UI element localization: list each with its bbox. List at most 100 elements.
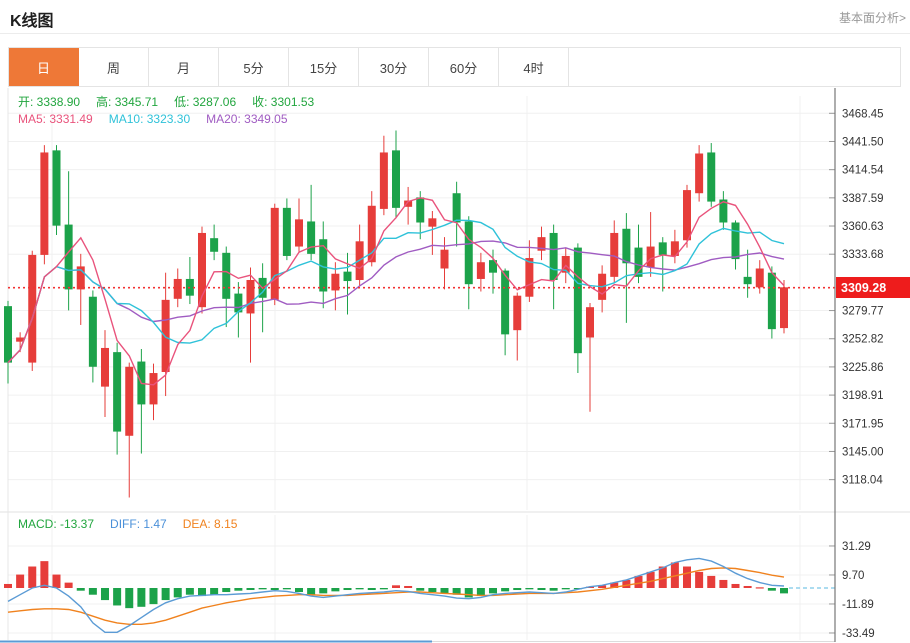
macd-bar [744,586,752,588]
macd-item-1: DIFF: 1.47 [110,517,167,531]
macd-bar [647,572,655,588]
candle [101,348,109,387]
price-axis-tick: 3468.45 [842,108,884,120]
candle [513,296,521,331]
kline-page: { "header": { "title": "K线图", "link": "基… [0,0,910,643]
candle [40,152,48,254]
macd-bar [150,588,158,604]
macd-bar [768,588,776,591]
price-axis-tick: 3198.91 [842,390,884,402]
macd-bar [368,588,376,590]
candle [271,208,279,300]
macd-bar [404,586,412,588]
candle [210,238,218,252]
price-axis-tick: 3414.54 [842,165,884,177]
macd-bar [550,588,558,591]
ohlc-item-3: 收: 3301.53 [252,95,314,109]
candle [65,225,73,290]
candle [295,219,303,246]
candle [659,242,667,255]
macd-legend-row: MACD: -13.37 DIFF: 1.47 DEA: 8.15 [18,517,253,531]
ma-item-0: MA5: 3331.49 [18,112,93,126]
candle [477,262,485,279]
candle [125,367,133,436]
macd-bar [295,588,303,592]
candle [622,229,630,263]
macd-bar [513,588,521,590]
macd-bar [210,588,218,595]
candle [416,197,424,222]
macd-bar [4,584,12,588]
macd-bar [344,588,352,590]
candle [307,221,315,253]
macd-bar [234,588,242,591]
ohlc-item-0: 开: 3338.90 [18,95,80,109]
candle [4,306,12,362]
macd-item-2: DEA: 8.15 [183,517,238,531]
macd-bar [635,576,643,588]
candle [744,277,752,284]
candle [53,150,61,225]
macd-bar [89,588,97,595]
candle [768,273,776,329]
price-axis-tick: 3145.00 [842,446,884,458]
macd-bar [174,588,182,597]
candle [453,193,461,222]
macd-bar [331,588,339,591]
candle [392,150,400,208]
macd-item-0: MACD: -13.37 [18,517,94,531]
macd-bar [222,588,230,592]
candle [586,307,594,337]
macd-bar [162,588,170,600]
macd-bar [65,583,73,588]
candle [89,297,97,367]
current-price-tag: 3309.28 [836,277,910,298]
macd-bar [732,584,740,588]
macd-bar [307,588,315,595]
macd-bar [16,575,24,588]
macd-bar [283,588,291,589]
macd-axis-tick: 31.29 [842,541,871,553]
macd-bar [247,588,255,590]
candle [283,208,291,256]
macd-bar [380,588,388,589]
price-axis-tick: 3225.86 [842,362,884,374]
price-axis-tick: 3171.95 [842,418,884,430]
macd-axis-tick: -11.89 [842,599,874,611]
price-axis-tick: 3118.04 [842,475,883,487]
macd-bar [101,588,109,600]
price-axis-tick: 3279.77 [842,306,884,318]
macd-bar [53,575,61,588]
macd-bar [525,588,533,589]
macd-bar [659,567,667,588]
price-axis-tick: 3441.50 [842,136,884,148]
macd-bar [137,588,145,607]
ohlc-item-1: 高: 3345.71 [96,95,158,109]
macd-bar [538,588,546,590]
macd-bar [28,567,36,588]
ma-legend-row: MA5: 3331.49MA10: 3323.30MA20: 3349.05 [18,112,304,126]
ohlc-row: 开: 3338.90高: 3345.71低: 3287.06收: 3301.53 [18,93,330,110]
candle [222,253,230,299]
macd-bar [271,588,279,590]
candle [441,250,449,269]
price-axis-tick: 3387.59 [842,193,884,205]
macd-bar [683,567,691,588]
candle [550,233,558,280]
macd-axis-tick: 9.70 [842,570,864,582]
macd-bar [465,588,473,597]
macd-bar [501,588,509,591]
candle [695,154,703,194]
candle [174,279,182,299]
macd-bar [489,588,497,593]
macd-bar [186,588,194,595]
candle [525,258,533,297]
macd-bar [416,588,424,591]
macd-bar [40,561,48,588]
candle [780,287,788,328]
candle [501,271,509,335]
candle [380,152,388,208]
macd-bar [707,576,715,588]
macd-bar [695,572,703,588]
macd-bar [319,588,327,593]
